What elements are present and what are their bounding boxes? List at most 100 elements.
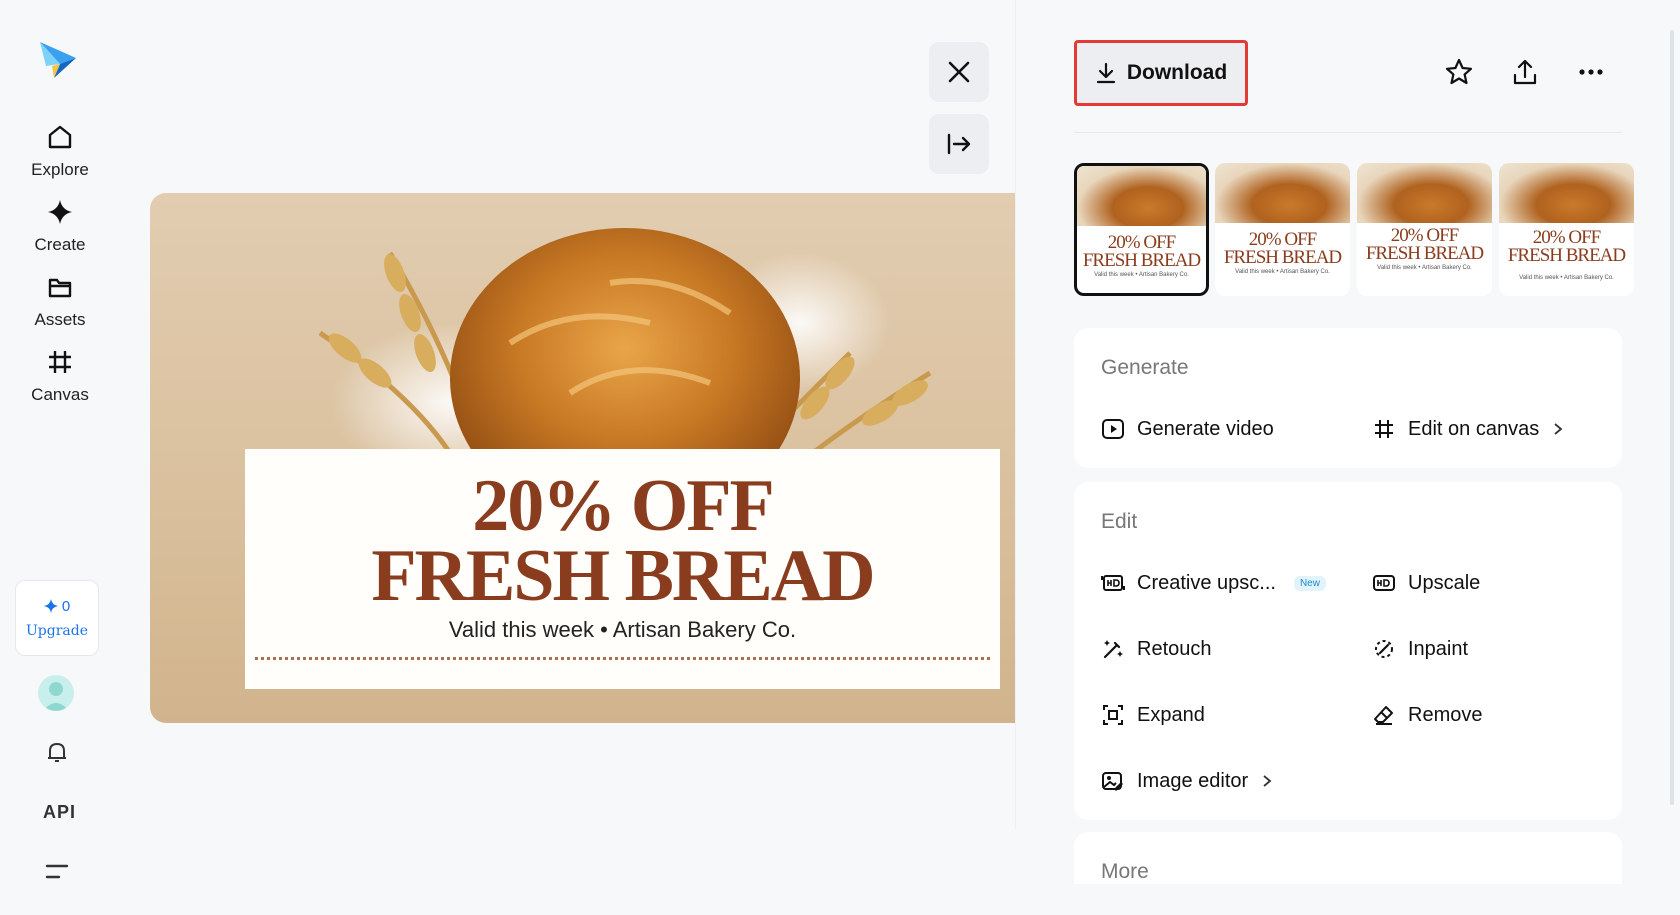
thumbnail-subtext: Valid this week • Artisan Bakery Co.	[1519, 275, 1614, 281]
creative-upscale-button[interactable]: Creative upsc... New	[1101, 568, 1326, 598]
upgrade-label: Upgrade	[25, 622, 88, 639]
edit-section: Edit Creative upsc... New Upscale Retouc…	[1074, 482, 1622, 820]
expand-label: Expand	[1137, 703, 1205, 726]
image-editor-label: Image editor	[1137, 769, 1249, 792]
home-icon	[48, 125, 72, 149]
menu-button[interactable]	[45, 862, 69, 882]
generate-video-label: Generate video	[1137, 417, 1274, 440]
nav-explore[interactable]: Explore	[10, 118, 110, 188]
user-avatar-icon	[43, 682, 69, 711]
star-icon	[1445, 58, 1473, 85]
coupon-divider	[255, 657, 990, 660]
chevron-right-icon	[1263, 775, 1272, 787]
credits-value: 0	[61, 597, 71, 615]
nav-create-label: Create	[34, 235, 86, 254]
upgrade-button[interactable]: 0 Upgrade	[15, 580, 99, 656]
generate-section: Generate Generate video Edit on canvas	[1074, 328, 1622, 468]
nav-assets-label: Assets	[34, 310, 86, 329]
image-preview: 20% OFF FRESH BREAD Valid this week • Ar…	[150, 193, 1015, 723]
download-button[interactable]: Download	[1074, 40, 1248, 106]
coupon-card: 20% OFF FRESH BREAD Valid this week • Ar…	[245, 449, 1000, 689]
panel-scrollbar[interactable]	[1670, 30, 1674, 805]
thumbnail-line-2: FRESH BREAD	[1082, 250, 1201, 271]
arrow-right-bar-icon	[947, 133, 971, 155]
toolbar-divider	[1074, 132, 1622, 133]
thumbnail-1[interactable]: 20% OFF FRESH BREAD Valid this week • Ar…	[1074, 163, 1209, 296]
thumbnail-line-2: FRESH BREAD	[1507, 245, 1626, 266]
app-logo[interactable]	[38, 40, 78, 80]
magic-wand-icon	[1103, 640, 1123, 659]
more-section: More	[1074, 832, 1622, 884]
retouch-button[interactable]: Retouch	[1101, 634, 1212, 664]
more-icon	[1579, 69, 1603, 75]
chevron-right-icon	[1554, 423, 1563, 435]
download-icon	[1096, 62, 1115, 84]
edit-on-canvas-button[interactable]: Edit on canvas	[1372, 414, 1565, 444]
credits-count: 0	[43, 597, 71, 615]
thumbnail-3[interactable]: 20% OFF FRESH BREAD Valid this week • Ar…	[1357, 163, 1492, 296]
thumbnail-subtext: Valid this week • Artisan Bakery Co.	[1377, 265, 1472, 271]
thumbnail-2[interactable]: 20% OFF FRESH BREAD Valid this week • Ar…	[1215, 163, 1350, 296]
hd-icon	[1373, 575, 1395, 591]
share-icon	[1513, 59, 1537, 85]
coupon-subtext: Valid this week • Artisan Bakery Co.	[448, 617, 797, 642]
upscale-button[interactable]: Upscale	[1372, 568, 1480, 598]
api-link[interactable]: API	[43, 802, 76, 823]
thumbnail-line-2: FRESH BREAD	[1223, 247, 1342, 268]
sidebar: Explore Create Assets Canvas 0 Upgrade A…	[0, 0, 120, 915]
edit-title: Edit	[1101, 510, 1138, 533]
more-options-button[interactable]	[1574, 55, 1608, 89]
menu-lines-icon	[45, 864, 69, 879]
collapse-panel-button[interactable]	[929, 114, 989, 174]
thumbnail-bread-image	[1357, 163, 1492, 223]
play-icon	[1102, 419, 1124, 439]
headline-line-2: FRESH BREAD	[371, 535, 875, 617]
inpaint-button[interactable]: Inpaint	[1372, 634, 1468, 664]
close-icon	[948, 61, 970, 83]
download-label: Download	[1126, 61, 1228, 84]
inpaint-icon	[1375, 640, 1393, 658]
share-button[interactable]	[1508, 55, 1542, 89]
generate-title: Generate	[1101, 356, 1189, 379]
panel-divider	[1015, 0, 1016, 830]
edit-on-canvas-label: Edit on canvas	[1408, 417, 1540, 440]
remove-label: Remove	[1408, 703, 1483, 726]
thumbnail-bread-image	[1499, 163, 1634, 223]
thumbnail-bread-image	[1215, 163, 1350, 223]
image-edit-icon	[1102, 772, 1123, 791]
nav-assets[interactable]: Assets	[10, 268, 110, 338]
nav-canvas-label: Canvas	[31, 385, 89, 404]
thumbnail-bread-image	[1077, 166, 1206, 226]
expand-button[interactable]: Expand	[1101, 700, 1205, 730]
retouch-label: Retouch	[1137, 637, 1212, 660]
sparkle-icon	[43, 599, 58, 613]
expand-icon	[1103, 705, 1123, 725]
folder-icon	[48, 278, 72, 298]
nav-canvas[interactable]: Canvas	[10, 343, 110, 413]
eraser-icon	[1374, 706, 1393, 725]
crop-icon	[1375, 420, 1393, 438]
generate-video-button[interactable]: Generate video	[1101, 414, 1274, 444]
nav-explore-label: Explore	[31, 160, 89, 179]
variation-thumbnails: 20% OFF FRESH BREAD Valid this week • Ar…	[1074, 163, 1636, 297]
app-root: Explore Create Assets Canvas 0 Upgrade A…	[0, 0, 1680, 915]
close-button[interactable]	[929, 42, 989, 102]
upscale-label: Upscale	[1408, 571, 1481, 594]
hd-plus-icon	[1101, 575, 1125, 591]
new-badge: New	[1293, 575, 1326, 591]
creative-upscale-label: Creative upsc...	[1137, 571, 1276, 594]
notifications-button[interactable]	[43, 738, 71, 766]
thumbnail-subtext: Valid this week • Artisan Bakery Co.	[1235, 269, 1330, 275]
bell-icon	[48, 743, 66, 762]
favorite-button[interactable]	[1442, 55, 1476, 89]
thumbnail-subtext: Valid this week • Artisan Bakery Co.	[1094, 272, 1189, 278]
sparkle-icon	[48, 200, 72, 224]
inpaint-label: Inpaint	[1408, 637, 1469, 660]
crop-icon	[49, 351, 71, 373]
thumbnail-4[interactable]: 20% OFF FRESH BREAD Valid this week • Ar…	[1499, 163, 1634, 296]
remove-button[interactable]: Remove	[1372, 700, 1482, 730]
nav-create[interactable]: Create	[10, 193, 110, 263]
image-editor-button[interactable]: Image editor	[1101, 766, 1274, 796]
more-title: More	[1101, 860, 1149, 883]
avatar[interactable]	[38, 675, 74, 711]
